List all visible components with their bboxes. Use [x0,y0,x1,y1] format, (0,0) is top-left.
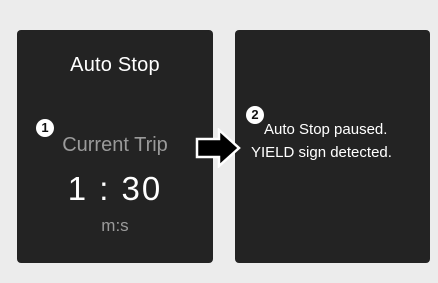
paused-message-line1: Auto Stop paused. [264,121,388,138]
paused-message: Auto Stop paused. YIELD sign detected. [251,118,429,164]
auto-stop-duration: 1 : 30 [67,170,163,207]
auto-stop-paused-screen: 2 Auto Stop paused. YIELD sign detected. [235,30,430,263]
instruction-figure: Auto Stop 1 Current Trip 1 : 30 m:s 2 Au… [0,0,438,283]
paused-message-line2: YIELD sign detected. [251,144,392,161]
current-trip-label: Current Trip [62,134,168,156]
right-arrow-icon [195,128,241,168]
auto-stop-screen: Auto Stop 1 Current Trip 1 : 30 m:s [17,30,213,263]
duration-unit: m:s [101,216,129,235]
screen-title: Auto Stop [70,54,160,76]
